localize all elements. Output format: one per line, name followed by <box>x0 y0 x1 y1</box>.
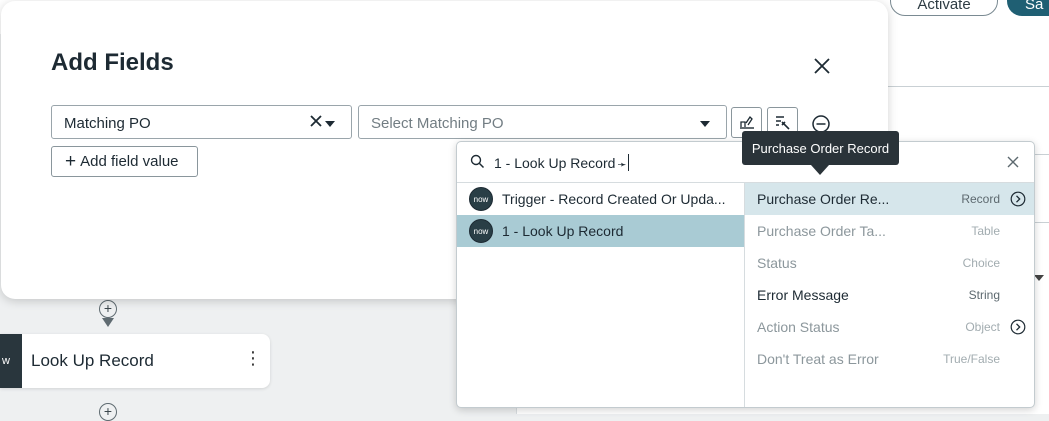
picker-property-item: Action Status Object <box>745 311 1034 343</box>
property-name: Error Message <box>757 287 849 303</box>
save-button[interactable]: Sa <box>1007 0 1049 16</box>
add-step-icon[interactable]: + <box>99 300 117 318</box>
field-select-value: Matching PO <box>64 115 151 132</box>
add-step-icon[interactable]: + <box>99 403 117 421</box>
now-logo-icon: now <box>469 187 493 211</box>
now-logo-icon: w <box>0 334 22 388</box>
picker-step-label: 1 - Look Up Record <box>502 223 624 239</box>
close-icon[interactable] <box>809 53 835 79</box>
clear-x-icon[interactable] <box>309 114 323 128</box>
property-name: Status <box>757 255 797 271</box>
picker-steps-column: now Trigger - Record Created Or Upda... … <box>457 183 745 407</box>
chevron-right-circle-icon[interactable] <box>1010 191 1026 207</box>
property-name: Action Status <box>757 319 840 335</box>
property-name: Purchase Order Re... <box>757 191 890 207</box>
add-field-value-label: Add field value <box>80 153 179 170</box>
activate-button[interactable]: Activate <box>890 0 998 16</box>
value-select[interactable]: Select Matching PO <box>358 105 727 139</box>
tooltip: Purchase Order Record <box>742 131 899 165</box>
picker-search-input[interactable]: 1 - Look Up Record ➛ <box>494 154 629 171</box>
chevron-right-circle-icon[interactable] <box>1010 319 1026 335</box>
picker-property-item: Purchase Order Ta... Table <box>745 215 1034 247</box>
chevron-down-icon[interactable] <box>1034 275 1044 281</box>
picker-property-item[interactable]: Purchase Order Re... Record <box>745 183 1034 215</box>
property-type: Table <box>971 224 1000 238</box>
data-pill-picker-icon <box>740 115 754 129</box>
modal-title: Add Fields <box>51 49 174 76</box>
property-type: Record <box>961 192 1000 206</box>
picker-properties-column: Purchase Order Re... Record Purchase Ord… <box>745 183 1034 407</box>
property-name: Purchase Order Ta... <box>757 223 886 239</box>
picker-property-item: Don't Treat as Error True/False <box>745 343 1034 375</box>
picker-property-item[interactable]: Error Message String <box>745 279 1034 311</box>
more-menu-icon[interactable]: ⋮ <box>244 348 262 369</box>
plus-icon: + <box>65 151 77 172</box>
caret-down-icon[interactable] <box>700 121 710 127</box>
value-select-placeholder: Select Matching PO <box>371 115 504 132</box>
tooltip-arrow <box>811 165 829 175</box>
property-type: Choice <box>962 256 1000 270</box>
property-type: True/False <box>943 352 1000 366</box>
picker-step-item[interactable]: now 1 - Look Up Record <box>457 215 744 247</box>
property-name: Don't Treat as Error <box>757 351 879 367</box>
add-field-value-button[interactable]: + Add field value <box>51 146 198 177</box>
close-icon[interactable] <box>1007 156 1019 168</box>
now-logo-icon: now <box>469 219 493 243</box>
property-type: String <box>968 288 1000 302</box>
search-icon <box>470 154 485 169</box>
flow-arrow-icon <box>102 318 114 327</box>
picker-step-label: Trigger - Record Created Or Upda... <box>502 191 726 207</box>
data-pill-picker: 1 - Look Up Record ➛ now Trigger - Record… <box>456 141 1035 408</box>
flow-step-card[interactable]: w Look Up Record ⋮ <box>0 334 270 388</box>
picker-step-item[interactable]: now Trigger - Record Created Or Upda... <box>457 183 744 215</box>
field-select[interactable]: Matching PO <box>51 105 352 139</box>
script-toggle-icon <box>776 116 790 130</box>
picker-property-item: Status Choice <box>745 247 1034 279</box>
caret-down-icon[interactable] <box>325 121 335 127</box>
property-type: Object <box>965 320 1000 334</box>
step-card-title: Look Up Record <box>31 351 154 370</box>
